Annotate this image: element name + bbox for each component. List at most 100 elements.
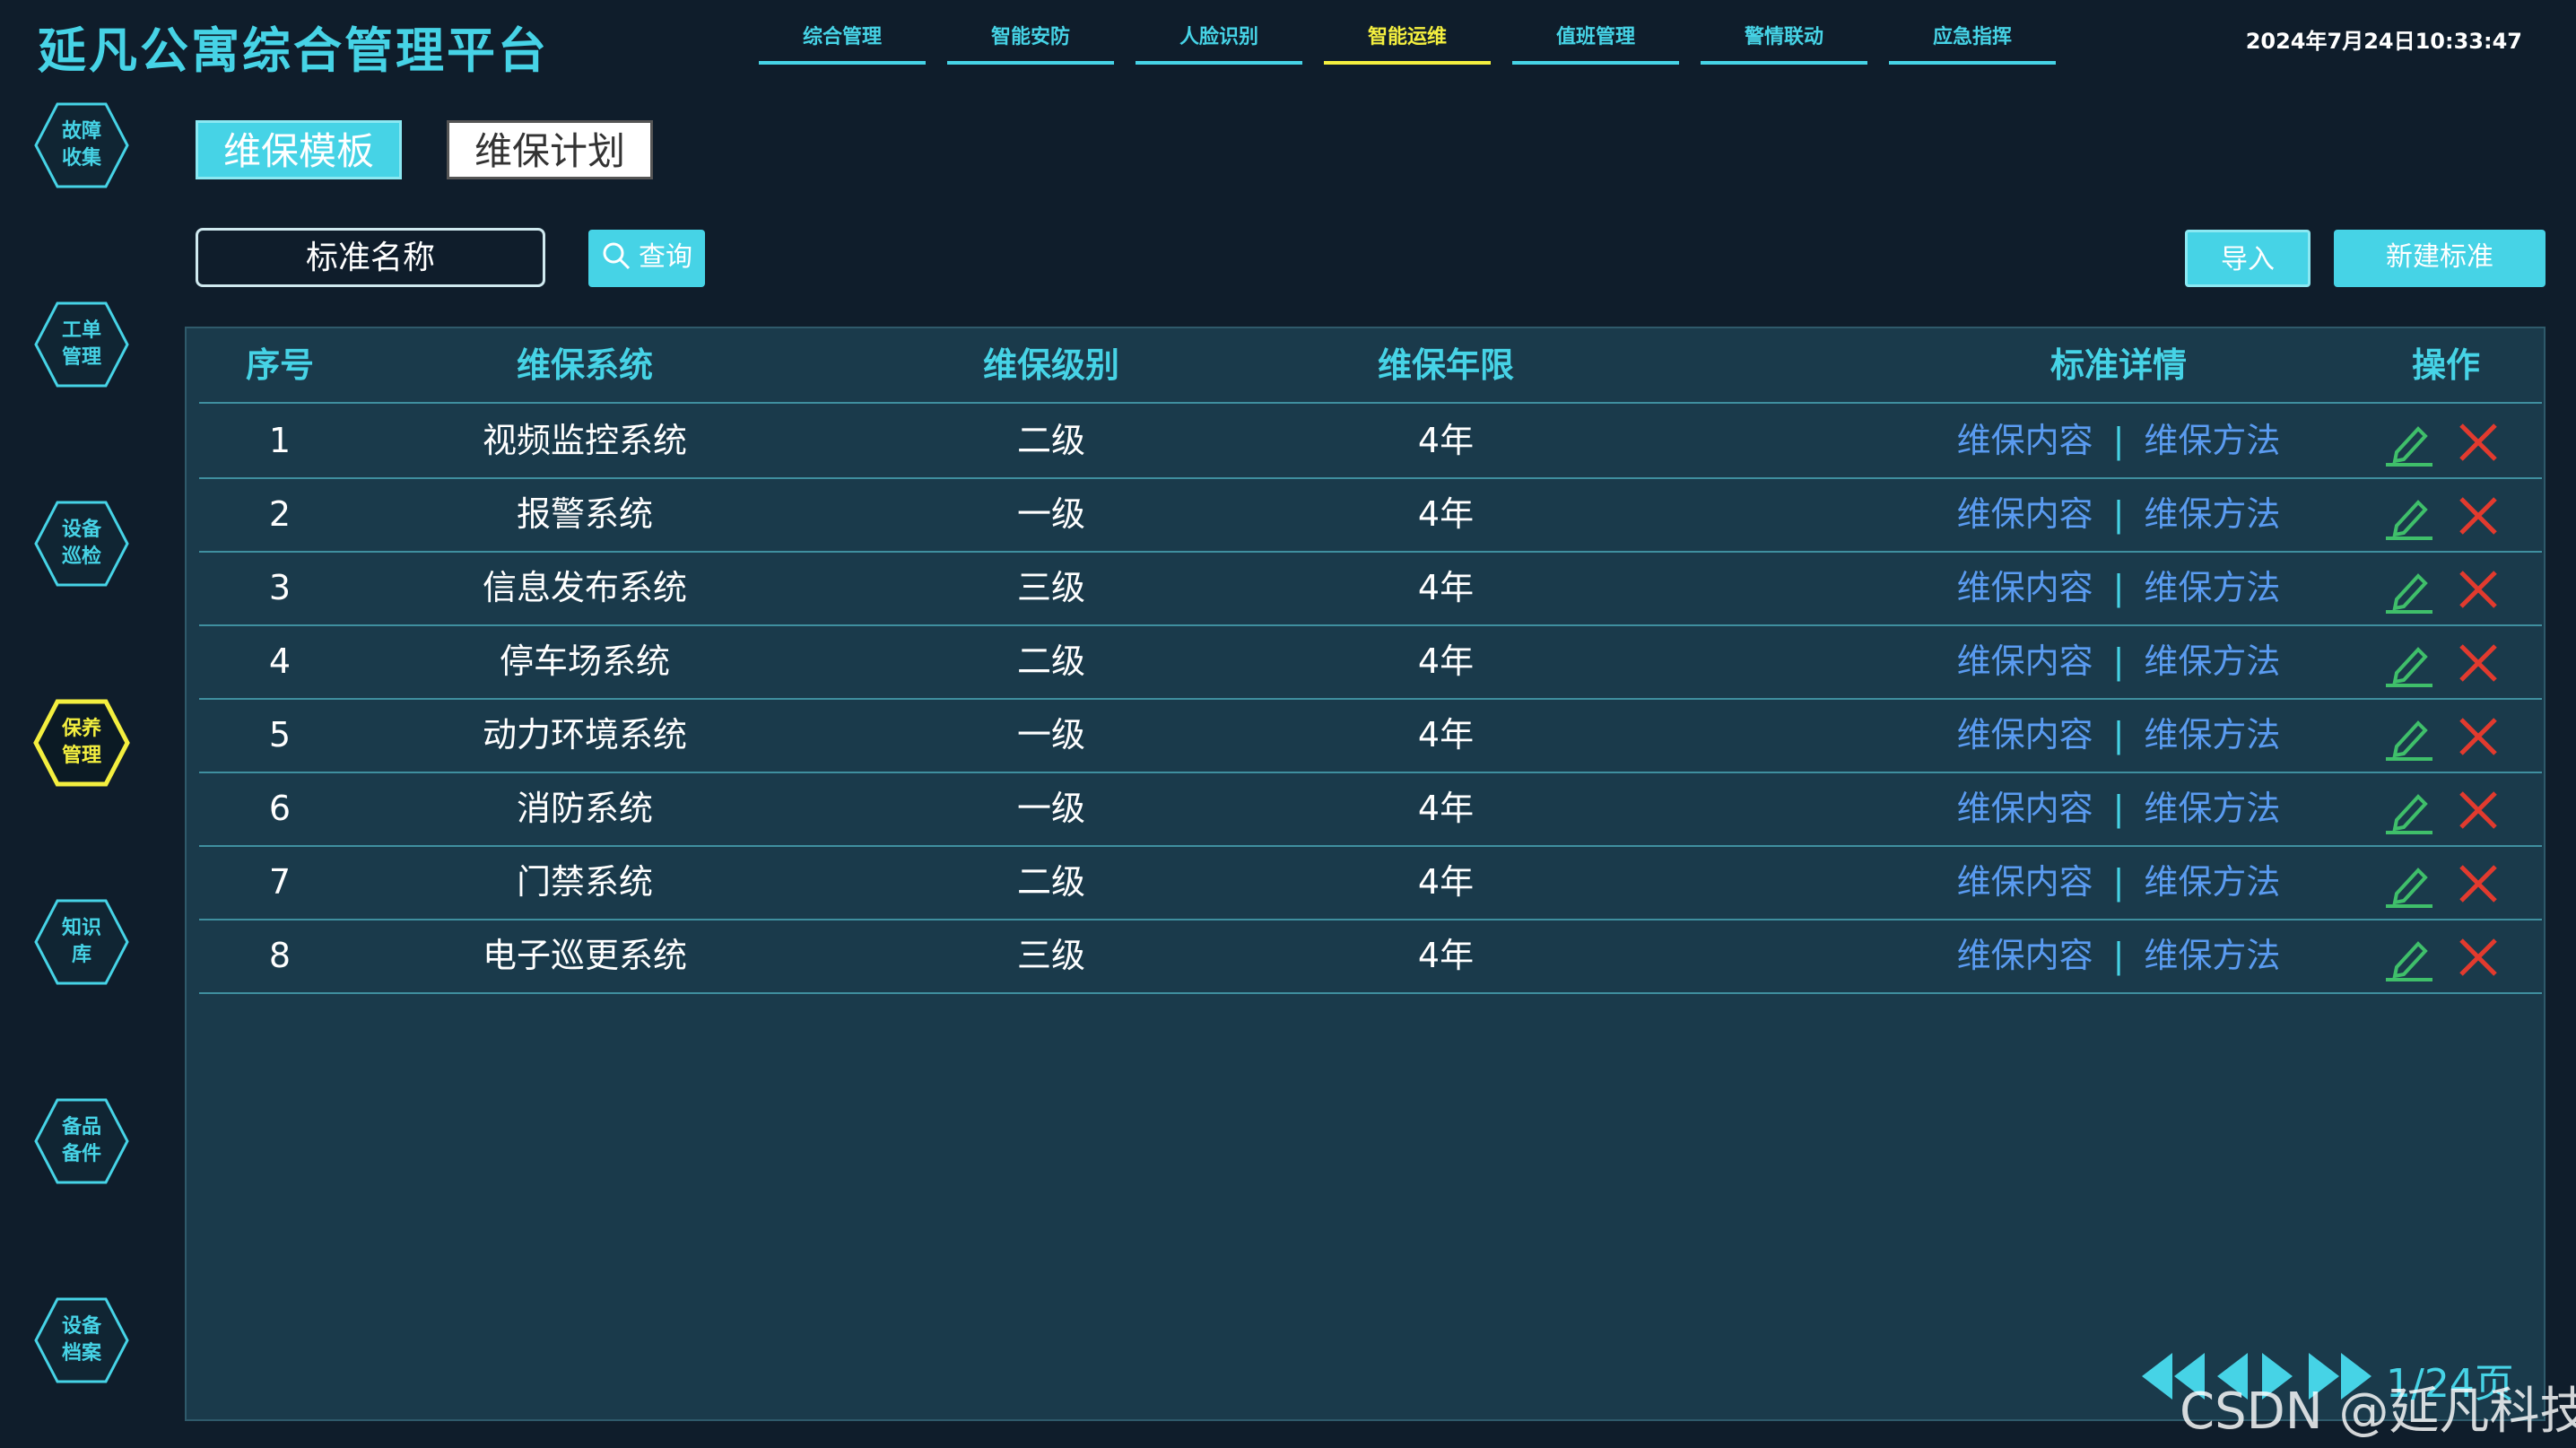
delete-icon[interactable]	[2458, 569, 2499, 610]
nav-item-emergency[interactable]: 应急指挥	[1889, 20, 2056, 65]
cell-no: 1	[268, 421, 292, 460]
cell-no: 3	[268, 568, 292, 607]
edit-icon[interactable]	[2384, 863, 2434, 908]
method-link[interactable]: 维保方法	[2144, 936, 2280, 975]
cell-detail: 维保内容 | 维保方法	[1778, 477, 2459, 551]
cell-detail: 维保内容 | 维保方法	[1778, 845, 2459, 919]
cell-detail: 维保内容 | 维保方法	[1778, 624, 2459, 698]
delete-icon[interactable]	[2458, 642, 2499, 684]
content-link[interactable]: 维保内容	[1957, 936, 2093, 975]
new-standard-button[interactable]: 新建标准	[2334, 230, 2546, 287]
delete-icon[interactable]	[2458, 495, 2499, 536]
content-link[interactable]: 维保内容	[1957, 641, 2093, 681]
cell-level: 三级	[1016, 568, 1085, 607]
app-title: 延凡公寓综合管理平台	[38, 22, 549, 79]
sidebar-item-maintenance[interactable]: 保养 管理	[32, 698, 131, 788]
sidebar-label: 设备	[61, 519, 101, 541]
table-row: 7 门禁系统 二级 4年 维保内容 | 维保方法	[199, 845, 2542, 920]
cell-system: 电子巡更系统	[482, 936, 687, 975]
header-operation: 操作	[2411, 345, 2480, 385]
tab-maintenance-plan[interactable]: 维保计划	[447, 120, 653, 179]
import-button[interactable]: 导入	[2185, 230, 2311, 287]
nav-item-ops[interactable]: 智能运维	[1324, 20, 1491, 65]
method-link[interactable]: 维保方法	[2144, 421, 2280, 460]
delete-icon[interactable]	[2458, 716, 2499, 757]
sidebar-item-knowledge[interactable]: 知识库	[32, 897, 131, 987]
header-years: 维保年限	[1377, 345, 1514, 385]
link-separator: |	[2112, 568, 2125, 607]
content-link[interactable]: 维保内容	[1957, 862, 2093, 902]
sidebar-label: 巡检	[61, 545, 101, 568]
sidebar-label: 收集	[61, 147, 101, 170]
cell-years: 4年	[1417, 715, 1475, 755]
cell-system: 停车场系统	[499, 641, 670, 681]
method-link[interactable]: 维保方法	[2144, 862, 2280, 902]
sidebar-item-workorder[interactable]: 工单 管理	[32, 300, 131, 389]
content-link[interactable]: 维保内容	[1957, 789, 2093, 828]
header-level: 维保级别	[982, 345, 1119, 385]
sidebar-label: 库	[71, 944, 91, 966]
link-separator: |	[2112, 494, 2125, 534]
cell-level: 二级	[1016, 862, 1085, 902]
cell-level: 二级	[1016, 421, 1085, 460]
delete-icon[interactable]	[2458, 937, 2499, 978]
cell-system: 报警系统	[516, 494, 653, 534]
cell-level: 一级	[1016, 715, 1085, 755]
cell-no: 5	[268, 715, 292, 755]
method-link[interactable]: 维保方法	[2144, 494, 2280, 534]
watermark: CSDN @延凡科技	[2180, 1383, 2576, 1441]
content-link[interactable]: 维保内容	[1957, 494, 2093, 534]
cell-system: 消防系统	[516, 789, 653, 828]
nav-item-general[interactable]: 综合管理	[759, 20, 926, 65]
cell-years: 4年	[1417, 936, 1475, 975]
nav-item-alarm[interactable]: 警情联动	[1701, 20, 1867, 65]
cell-system: 动力环境系统	[482, 715, 687, 755]
standard-name-input[interactable]	[196, 228, 545, 287]
sidebar-item-archive[interactable]: 设备 档案	[32, 1295, 131, 1385]
standards-table: 序号 维保系统 维保级别 维保年限 标准详情 操作 1 视频监控系统 二级 4年…	[185, 327, 2546, 1421]
cell-years: 4年	[1417, 641, 1475, 681]
tab-maintenance-template[interactable]: 维保模板	[196, 120, 402, 179]
edit-icon[interactable]	[2384, 642, 2434, 687]
table-row: 2 报警系统 一级 4年 维保内容 | 维保方法	[199, 477, 2542, 553]
cell-level: 一级	[1016, 494, 1085, 534]
table-header: 序号 维保系统 维保级别 维保年限 标准详情 操作	[199, 328, 2542, 404]
edit-icon[interactable]	[2384, 569, 2434, 614]
nav-item-face[interactable]: 人脸识别	[1136, 20, 1302, 65]
sidebar-label: 档案	[61, 1342, 101, 1365]
content-link[interactable]: 维保内容	[1957, 715, 2093, 755]
method-link[interactable]: 维保方法	[2144, 715, 2280, 755]
query-button[interactable]: 查询	[588, 230, 705, 287]
edit-icon[interactable]	[2384, 716, 2434, 761]
sidebar-item-inspection[interactable]: 设备 巡检	[32, 499, 131, 589]
edit-icon[interactable]	[2384, 422, 2434, 467]
sidebar-item-spares[interactable]: 备品 备件	[32, 1096, 131, 1186]
method-link[interactable]: 维保方法	[2144, 568, 2280, 607]
cell-detail: 维保内容 | 维保方法	[1778, 404, 2459, 477]
sidebar-item-fault[interactable]: 故障 收集	[32, 100, 131, 190]
cell-detail: 维保内容 | 维保方法	[1778, 698, 2459, 772]
table-row: 6 消防系统 一级 4年 维保内容 | 维保方法	[199, 772, 2542, 847]
header-system: 维保系统	[516, 345, 653, 385]
content-link[interactable]: 维保内容	[1957, 421, 2093, 460]
edit-icon[interactable]	[2384, 937, 2434, 981]
cell-level: 三级	[1016, 936, 1085, 975]
content-link[interactable]: 维保内容	[1957, 568, 2093, 607]
delete-icon[interactable]	[2458, 863, 2499, 904]
sidebar-label: 工单	[61, 319, 101, 342]
sidebar-label: 故障	[61, 120, 101, 143]
header-detail: 标准详情	[2049, 345, 2187, 385]
cell-system: 信息发布系统	[482, 568, 687, 607]
delete-icon[interactable]	[2458, 422, 2499, 463]
link-separator: |	[2112, 862, 2125, 902]
delete-icon[interactable]	[2458, 789, 2499, 831]
cell-level: 一级	[1016, 789, 1085, 828]
edit-icon[interactable]	[2384, 789, 2434, 834]
nav-item-security[interactable]: 智能安防	[947, 20, 1114, 65]
nav-item-duty[interactable]: 值班管理	[1512, 20, 1679, 65]
link-separator: |	[2112, 936, 2125, 975]
edit-icon[interactable]	[2384, 495, 2434, 540]
cell-years: 4年	[1417, 862, 1475, 902]
method-link[interactable]: 维保方法	[2144, 789, 2280, 828]
method-link[interactable]: 维保方法	[2144, 641, 2280, 681]
